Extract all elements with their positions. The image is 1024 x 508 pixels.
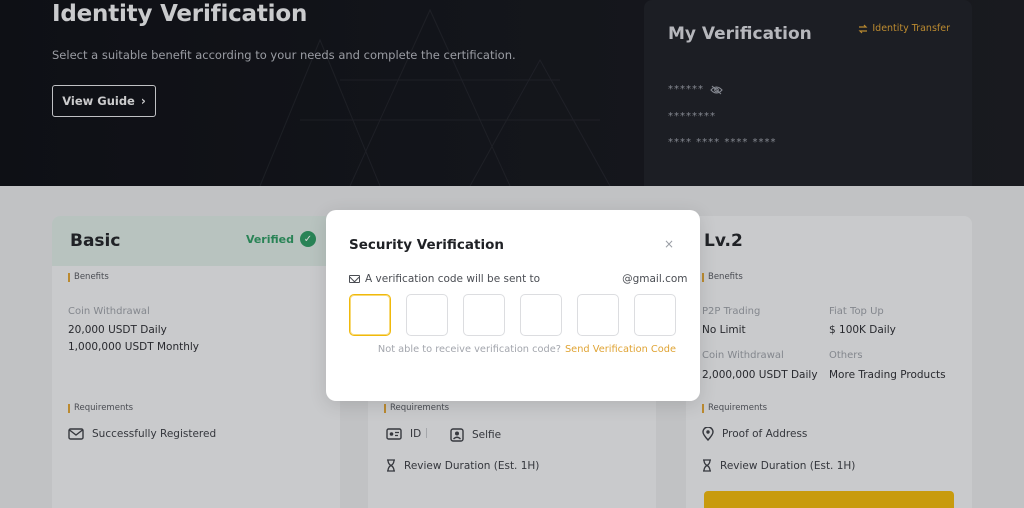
code-digit-6[interactable] (634, 294, 676, 336)
code-digit-3[interactable] (463, 294, 505, 336)
verification-info: A verification code will be sent to @gma… (349, 273, 688, 285)
modal-title: Security Verification (349, 237, 504, 253)
code-digit-5[interactable] (577, 294, 619, 336)
code-input-group (349, 294, 676, 336)
code-digit-4[interactable] (520, 294, 562, 336)
resend-row: Not able to receive verification code? Se… (378, 344, 676, 355)
mail-icon (349, 275, 360, 283)
email-domain: @gmail.com (622, 273, 688, 285)
security-verification-modal: Security Verification × A verification c… (326, 210, 700, 401)
resend-question: Not able to receive verification code? (377, 344, 561, 355)
code-digit-1[interactable] (349, 294, 391, 336)
verification-info-text: A verification code will be sent to (365, 273, 541, 285)
close-icon[interactable]: × (664, 237, 674, 251)
send-verification-code-link[interactable]: Send Verification Code (565, 344, 676, 355)
code-digit-2[interactable] (406, 294, 448, 336)
